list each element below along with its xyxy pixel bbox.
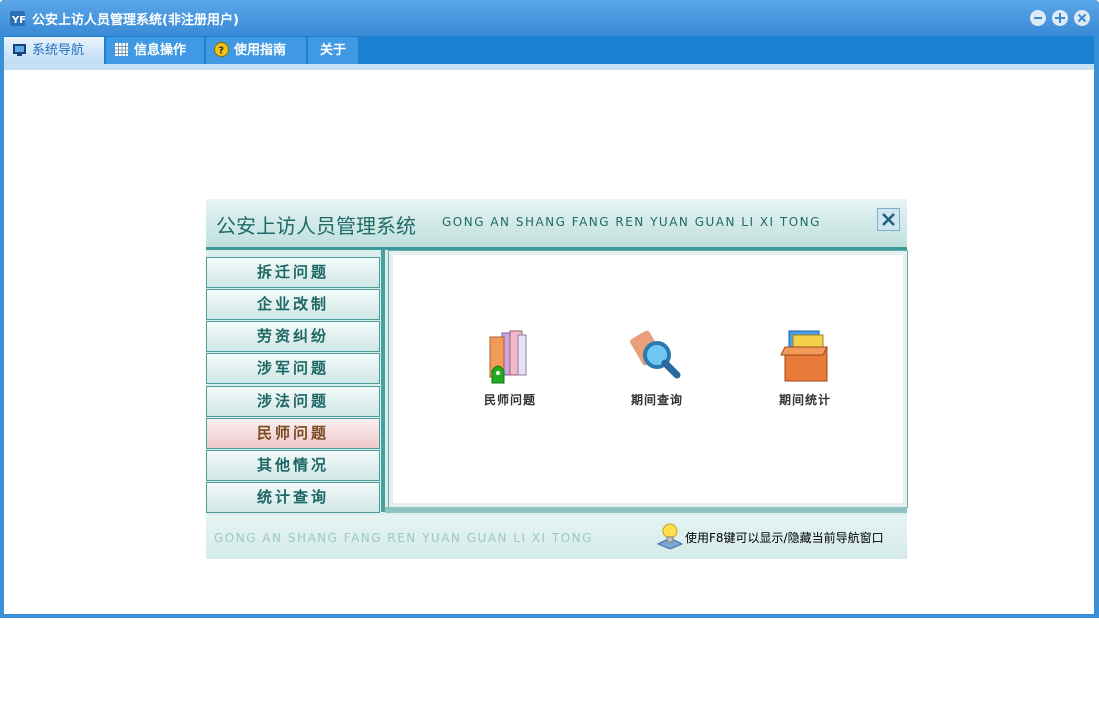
panel-title: 公安上访人员管理系统 [216, 214, 416, 238]
feature-area-shadow [385, 507, 907, 513]
menu-item-other[interactable]: 其他情况 [206, 450, 380, 481]
tab-info-ops[interactable]: 信息操作 [106, 37, 204, 64]
close-icon [1077, 13, 1087, 23]
panel-close-button[interactable] [877, 208, 900, 231]
feature-period-statistics[interactable]: 期间统计 [745, 325, 865, 408]
help-icon: ? [214, 42, 229, 57]
navigation-panel: 公安上访人员管理系统 GONG AN SHANG FANG REN YUAN G… [206, 199, 908, 559]
tab-label: 关于 [320, 43, 347, 58]
feature-teacher-issues[interactable]: 民师问题 [450, 325, 570, 408]
tab-label: 系统导航 [32, 43, 85, 58]
feature-area: 民师问题 期间查询 期间统计 [388, 250, 908, 508]
panel-header: 公安上访人员管理系统 GONG AN SHANG FANG REN YUAN G… [206, 199, 907, 247]
app-icon: YF [10, 11, 25, 26]
menu-item-enterprise-reform[interactable]: 企业改制 [206, 289, 380, 320]
feature-period-query[interactable]: 期间查询 [597, 325, 717, 408]
menu-item-legal-issues[interactable]: 涉法问题 [206, 386, 380, 417]
minimize-button[interactable] [1030, 10, 1046, 26]
grid-icon [115, 43, 128, 56]
menu-item-teacher-issues[interactable]: 民师问题 [206, 418, 380, 449]
maximize-icon [1055, 13, 1065, 23]
menu-item-demolition[interactable]: 拆迁问题 [206, 257, 380, 288]
close-button[interactable] [1074, 10, 1090, 26]
header-divider [206, 247, 907, 250]
svg-text:?: ? [218, 46, 224, 57]
tab-label: 使用指南 [234, 43, 287, 58]
tab-system-nav[interactable]: 系统导航 [4, 37, 104, 64]
feature-label: 民师问题 [483, 393, 536, 407]
menu-item-military-issues[interactable]: 涉军问题 [206, 353, 380, 384]
window-title: 公安上访人员管理系统(非注册用户) [32, 13, 239, 28]
close-icon [882, 213, 895, 226]
magnifier-icon [630, 330, 681, 379]
menu-rail [381, 250, 385, 512]
menu-item-labor-disputes[interactable]: 劳资纠纷 [206, 321, 380, 352]
footer-pinyin: GONG AN SHANG FANG REN YUAN GUAN LI XI T… [214, 531, 593, 545]
panel-footer: GONG AN SHANG FANG REN YUAN GUAN LI XI T… [206, 515, 907, 559]
footer-hint: 使用F8键可以显示/隐藏当前导航窗口 [685, 531, 884, 545]
title-bar: YF 公安上访人员管理系统(非注册用户) [0, 0, 1099, 36]
feature-label: 期间统计 [778, 393, 831, 407]
tab-bar: 系统导航 信息操作 ? 使用指南 关于 [4, 36, 1094, 64]
tab-label: 信息操作 [134, 43, 187, 58]
maximize-button[interactable] [1052, 10, 1068, 26]
minimize-icon [1034, 17, 1042, 19]
tab-user-guide[interactable]: ? 使用指南 [206, 37, 306, 64]
folder-box-icon [780, 330, 828, 382]
panel-pinyin: GONG AN SHANG FANG REN YUAN GUAN LI XI T… [442, 215, 821, 229]
feature-label: 期间查询 [630, 393, 683, 407]
books-icon [489, 330, 527, 384]
lightbulb-icon [656, 523, 684, 550]
monitor-icon [13, 44, 26, 56]
svg-text:YF: YF [11, 15, 25, 26]
menu-item-statistics-query[interactable]: 统计查询 [206, 482, 380, 513]
tab-about[interactable]: 关于 [308, 37, 358, 64]
